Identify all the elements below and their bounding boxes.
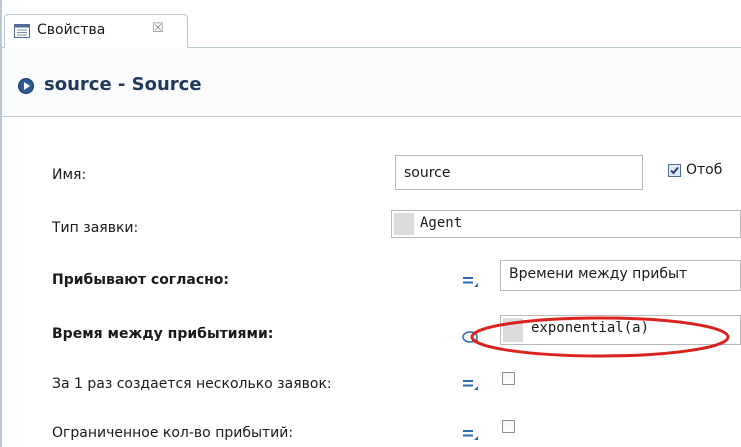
agent-type-icon (394, 213, 414, 235)
arrivals-defined-by-label: Прибывают согласно: (52, 272, 230, 288)
static-value-icon[interactable] (462, 274, 480, 288)
agent-type-field[interactable]: Agent (391, 210, 741, 238)
agent-type-label: Тип заявки: (52, 220, 139, 236)
static-value-icon[interactable] (462, 427, 480, 441)
name-value: source (404, 165, 451, 181)
interarrival-time-field[interactable]: exponential(a) (500, 315, 741, 345)
name-label: Имя: (52, 167, 87, 183)
interarrival-time-icon (503, 318, 523, 342)
page-title: source - Source (44, 74, 202, 95)
dynamic-value-icon[interactable] (461, 330, 479, 344)
close-icon[interactable]: ☒ (152, 21, 164, 36)
multiple-per-arrival-label: За 1 раз создается несколько заявок: (52, 376, 332, 392)
header-divider (2, 116, 741, 117)
run-arrow-icon (17, 77, 35, 95)
limited-arrivals-label: Ограниченное кол-во прибытий: (52, 425, 294, 441)
name-field[interactable]: source (395, 155, 643, 190)
agent-type-value: Agent (420, 215, 463, 231)
static-value-icon[interactable] (462, 377, 480, 391)
properties-header: source - Source (2, 48, 741, 116)
show-name-checkbox[interactable] (668, 164, 681, 177)
show-name-label: Отоб (686, 162, 723, 178)
limited-arrivals-checkbox[interactable] (502, 420, 515, 433)
tab-properties-label: Свойства (37, 22, 106, 38)
interarrival-time-value: exponential(a) (531, 320, 650, 336)
arrivals-defined-by-value: Времени между прибыт (509, 266, 688, 282)
tab-properties[interactable]: Свойства ☒ (4, 14, 188, 48)
multiple-per-arrival-checkbox[interactable] (502, 372, 515, 385)
properties-view-icon (14, 24, 30, 38)
interarrival-time-label: Время между прибытиями: (52, 326, 274, 342)
arrivals-defined-by-dropdown[interactable]: Времени между прибыт (500, 260, 741, 291)
